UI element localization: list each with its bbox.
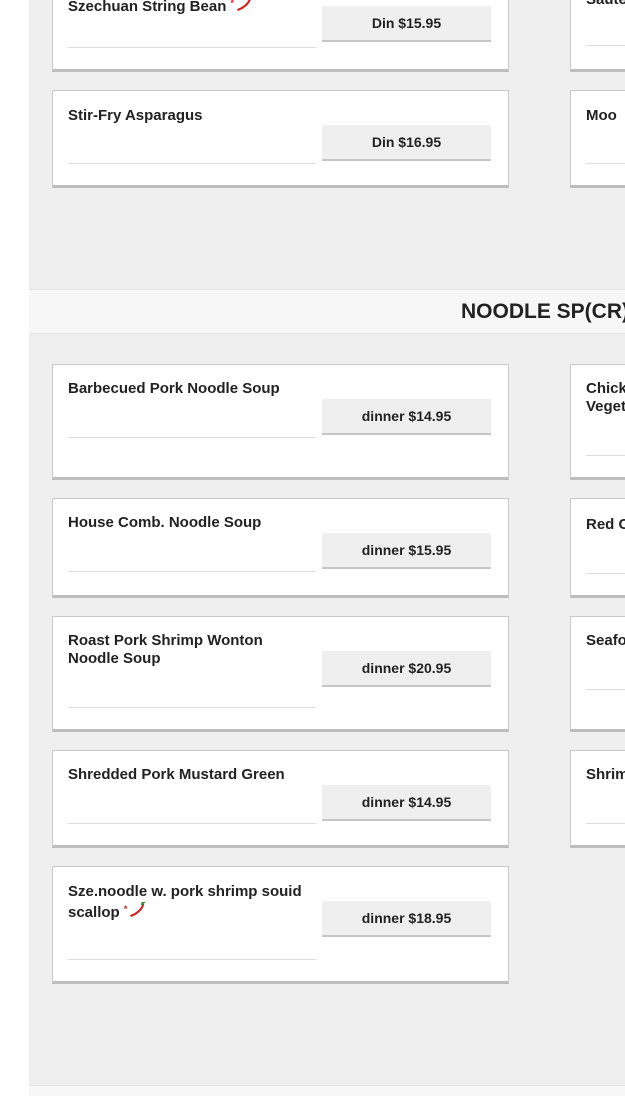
menu-item-card[interactable]: Szechuan String Bean * Din $15.95 xyxy=(52,0,509,72)
item-name: Szechuan String Bean * xyxy=(68,0,313,16)
item-name: Sze.noodle w. pork shrimp souid scallop … xyxy=(68,882,313,923)
menu-item-card[interactable]: House Comb. Noodle Soup dinner $15.95 xyxy=(52,498,509,598)
price-button[interactable]: dinner $14.95 xyxy=(322,785,491,821)
menu-item-card[interactable]: Sze.noodle w. pork shrimp souid scallop … xyxy=(52,866,509,984)
menu-item-card[interactable]: Roast Pork Shrimp Wonton Noodle Soup din… xyxy=(52,616,509,732)
section-header: NOODLE SP(CR) xyxy=(29,289,625,334)
item-divider xyxy=(586,45,625,46)
item-divider xyxy=(68,959,316,960)
price-button[interactable]: dinner $20.95 xyxy=(322,651,491,687)
item-divider xyxy=(68,163,316,164)
item-name: Moo xyxy=(586,107,617,124)
item-name: House Comb. Noodle Soup xyxy=(68,514,262,531)
menu-item-card[interactable]: Stir-Fry Asparagus Din $16.95 xyxy=(52,90,509,188)
price-button[interactable]: Din $16.95 xyxy=(322,125,491,161)
item-divider xyxy=(586,455,625,456)
item-name: Seafo xyxy=(586,632,625,649)
price-button[interactable]: dinner $18.95 xyxy=(322,901,491,937)
item-divider xyxy=(586,689,625,690)
item-name: Roast Pork Shrimp Wonton Noodle Soup xyxy=(68,632,263,667)
next-section-header xyxy=(29,1085,625,1096)
price-button[interactable]: dinner $15.95 xyxy=(322,533,491,569)
menu-item-card[interactable]: Shrim xyxy=(570,750,625,848)
item-divider xyxy=(68,47,316,48)
menu-page: Szechuan String Bean * Din $15.95 Stir-F… xyxy=(0,0,625,1096)
menu-item-card[interactable]: Saute xyxy=(570,0,625,72)
menu-item-card[interactable]: Seafo xyxy=(570,616,625,732)
chili-pepper-icon: * xyxy=(231,0,253,12)
item-divider xyxy=(68,823,316,824)
section-title: NOODLE SP(CR) xyxy=(461,300,625,323)
item-name-text: Sze.noodle w. pork shrimp souid scallop xyxy=(68,883,302,921)
menu-item-card[interactable]: Moo xyxy=(570,90,625,188)
item-name: Saute xyxy=(586,0,625,9)
item-divider xyxy=(68,571,316,572)
item-divider xyxy=(68,707,316,708)
item-name: Shredded Pork Mustard Green xyxy=(68,766,285,783)
item-name: Red C xyxy=(586,516,625,533)
price-button[interactable]: Din $15.95 xyxy=(322,6,491,42)
item-name: Barbecued Pork Noodle Soup xyxy=(68,380,280,397)
menu-item-card[interactable]: Chick Veget xyxy=(570,364,625,480)
item-name: Chick Veget xyxy=(586,380,625,415)
item-name: Stir-Fry Asparagus xyxy=(68,107,203,124)
menu-item-card[interactable]: Barbecued Pork Noodle Soup dinner $14.95 xyxy=(52,364,509,480)
item-divider xyxy=(586,573,625,574)
chili-pepper-icon: * xyxy=(124,902,146,918)
item-divider xyxy=(586,163,625,164)
price-button[interactable]: dinner $14.95 xyxy=(322,399,491,435)
item-divider xyxy=(586,823,625,824)
item-name-text: Szechuan String Bean xyxy=(68,0,227,15)
item-divider xyxy=(68,437,316,438)
menu-item-card[interactable]: Red C xyxy=(570,498,625,598)
menu-item-card[interactable]: Shredded Pork Mustard Green dinner $14.9… xyxy=(52,750,509,848)
item-name: Shrim xyxy=(586,766,625,783)
